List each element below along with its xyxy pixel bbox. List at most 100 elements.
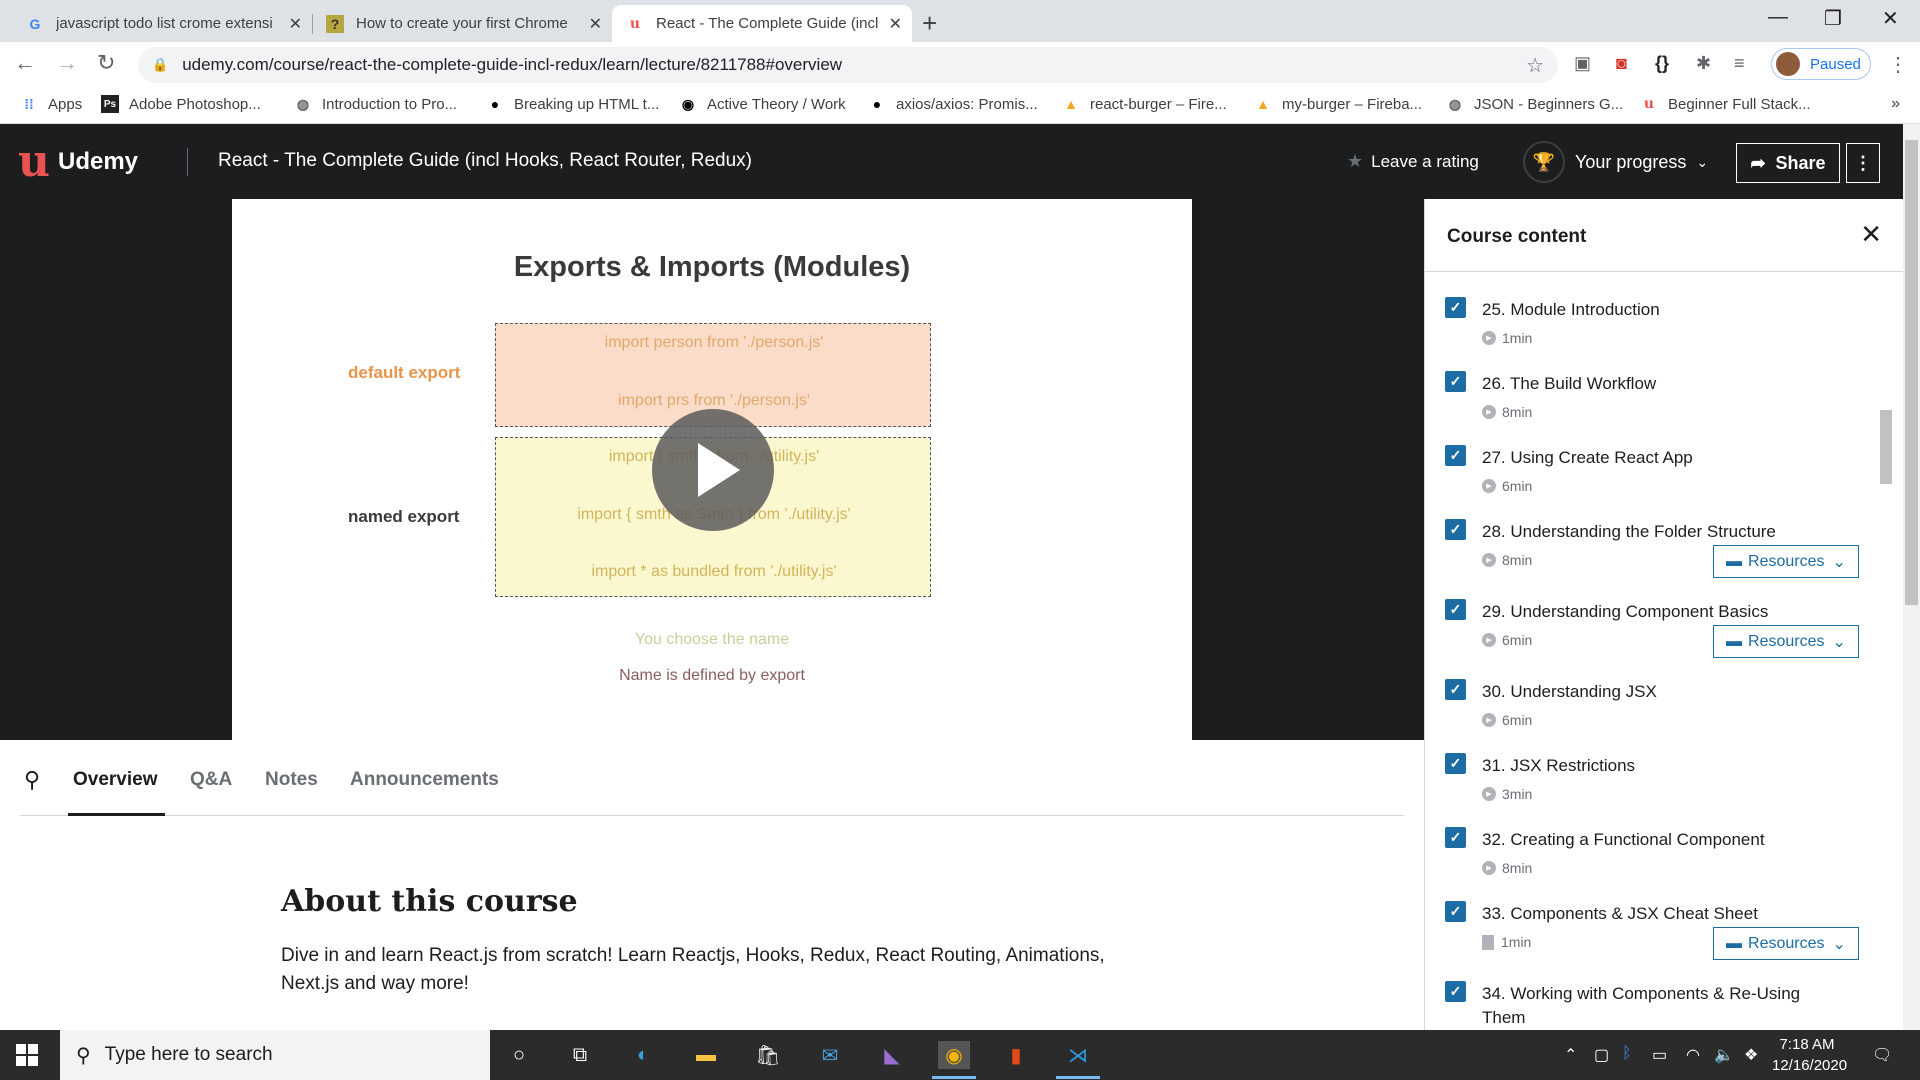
udemy-logo[interactable]: u Udemy <box>18 140 138 184</box>
more-bookmarks-icon[interactable]: » <box>1891 95 1900 113</box>
lecture-item[interactable]: ✓ 28. Understanding the Folder Structure ▶… <box>1425 507 1903 587</box>
edge-icon[interactable]: ◐ <box>627 1041 659 1069</box>
store-icon[interactable]: 🛍 <box>752 1041 784 1069</box>
bookmark-full-stack[interactable]: u Beginner Full Stack... <box>1640 95 1811 113</box>
tab-announcements[interactable]: Announcements <box>350 769 499 791</box>
bookmark-star-icon[interactable]: ☆ <box>1526 53 1544 78</box>
lecture-item[interactable]: ✓ 26. The Build Workflow ▶ 8min <box>1425 359 1903 433</box>
completed-checkbox[interactable]: ✓ <box>1445 297 1466 318</box>
bookmark-photoshop[interactable]: Ps Adobe Photoshop... <box>101 95 261 113</box>
duration-text: 6min <box>1502 632 1533 648</box>
lecture-item[interactable]: ✓ 27. Using Create React App ▶ 6min <box>1425 433 1903 507</box>
visual-studio-icon[interactable]: ◣ <box>876 1041 908 1069</box>
browser-tab-2[interactable]: ? How to create your first Chrome ✕ <box>312 5 612 42</box>
new-tab-icon[interactable]: + <box>922 8 937 39</box>
pocket-icon[interactable]: ◙ <box>1616 53 1627 74</box>
completed-checkbox[interactable]: ✓ <box>1445 753 1466 774</box>
cortana-icon[interactable]: ○ <box>503 1041 535 1069</box>
lecture-item[interactable]: ✓ 30. Understanding JSX ▶ 6min <box>1425 667 1903 741</box>
address-bar[interactable]: 🔒 udemy.com/course/react-the-complete-gu… <box>138 47 1558 83</box>
bookmark-my-burger[interactable]: ▲ my-burger – Fireba... <box>1254 95 1422 113</box>
lecture-item[interactable]: ✓ 29. Understanding Component Basics ▶ 6min… <box>1425 587 1903 667</box>
bookmark-json[interactable]: ◍ JSON - Beginners G... <box>1446 95 1623 113</box>
completed-checkbox[interactable]: ✓ <box>1445 901 1466 922</box>
resources-dropdown[interactable]: ▬ Resources ⌄ <box>1713 545 1859 578</box>
leave-rating-button[interactable]: ★ Leave a rating <box>1347 151 1479 172</box>
chrome-icon[interactable]: ◉ <box>938 1041 970 1069</box>
task-view-icon[interactable]: ⧉ <box>564 1041 596 1069</box>
bookmark-breaking-html[interactable]: ● Breaking up HTML t... <box>486 95 660 113</box>
video-icon: ▶ <box>1482 553 1496 567</box>
completed-checkbox[interactable]: ✓ <box>1445 679 1466 700</box>
json-viewer-icon[interactable]: {} <box>1655 53 1669 74</box>
completed-checkbox[interactable]: ✓ <box>1445 445 1466 466</box>
meet-now-icon[interactable]: ▢ <box>1594 1045 1609 1065</box>
more-options-icon[interactable]: ⋮ <box>1846 143 1880 183</box>
video-player[interactable]: Exports & Imports (Modules) default expo… <box>0 199 1424 740</box>
close-window-icon[interactable]: ✕ <box>1882 6 1899 31</box>
close-icon[interactable]: ✕ <box>1860 219 1882 250</box>
vscode-icon[interactable]: ⋊ <box>1062 1041 1094 1069</box>
lecture-item[interactable]: ✓ 34. Working with Components & Re-Using … <box>1425 969 1903 1030</box>
lecture-item[interactable]: ✓ 31. JSX Restrictions ▶ 3min <box>1425 741 1903 815</box>
your-progress-button[interactable]: 🏆 Your progress ⌄ <box>1523 141 1708 183</box>
completed-checkbox[interactable]: ✓ <box>1445 599 1466 620</box>
video-icon: ▶ <box>1482 787 1496 801</box>
taskbar-search[interactable]: ⚲ Type here to search <box>60 1030 490 1080</box>
resources-dropdown[interactable]: ▬ Resources ⌄ <box>1713 927 1859 960</box>
resources-dropdown[interactable]: ▬ Resources ⌄ <box>1713 625 1859 658</box>
chrome-menu-icon[interactable]: ⋮ <box>1888 52 1908 77</box>
mail-icon[interactable]: ✉ <box>814 1041 846 1069</box>
lecture-item[interactable]: ✓ 33. Components & JSX Cheat Sheet 1min ▬ Re… <box>1425 889 1903 969</box>
tab-qa[interactable]: Q&A <box>190 769 232 791</box>
dropbox-icon[interactable]: ❖ <box>1744 1045 1758 1065</box>
extensions-puzzle-icon[interactable]: ✱ <box>1696 53 1711 74</box>
battery-icon[interactable]: ▭ <box>1652 1045 1667 1065</box>
bookmark-react-burger[interactable]: ▲ react-burger – Fire... <box>1062 95 1227 113</box>
reload-icon[interactable]: ↻ <box>97 50 115 76</box>
resources-label: Resources <box>1748 934 1825 952</box>
bookmark-axios[interactable]: ● axios/axios: Promis... <box>868 95 1038 113</box>
taskbar-clock[interactable]: 7:18 AM 12/16/2020 <box>1772 1034 1847 1076</box>
extension-icon[interactable]: ▣ <box>1574 53 1591 74</box>
browser-tab-1[interactable]: G javascript todo list crome extensi ✕ <box>12 5 312 42</box>
office-icon[interactable]: ▮ <box>1000 1041 1032 1069</box>
completed-checkbox[interactable]: ✓ <box>1445 827 1466 848</box>
play-button-icon[interactable] <box>652 409 774 531</box>
completed-checkbox[interactable]: ✓ <box>1445 981 1466 1002</box>
sidebar-scrollbar-thumb[interactable] <box>1880 410 1892 484</box>
lecture-duration: ▶ 3min <box>1482 786 1532 802</box>
course-title[interactable]: React - The Complete Guide (incl Hooks, … <box>218 150 752 172</box>
tab-overview[interactable]: Overview <box>73 769 158 791</box>
bookmark-apps[interactable]: ⁞⁞ Apps <box>20 95 82 113</box>
bookmark-active-theory[interactable]: ◉ Active Theory / Work <box>679 95 846 113</box>
bookmark-intro[interactable]: ◍ Introduction to Pro... <box>294 95 457 113</box>
file-explorer-icon[interactable]: ▬ <box>690 1041 722 1069</box>
browser-tab-3-active[interactable]: u React - The Complete Guide (incl ✕ <box>612 5 912 42</box>
lecture-item[interactable]: ✓ 32. Creating a Functional Component ▶ 8mi… <box>1425 815 1903 889</box>
forward-icon[interactable]: → <box>56 50 78 76</box>
tab-notes[interactable]: Notes <box>265 769 318 791</box>
page-scrollbar-thumb[interactable] <box>1905 140 1918 605</box>
completed-checkbox[interactable]: ✓ <box>1445 519 1466 540</box>
completed-checkbox[interactable]: ✓ <box>1445 371 1466 392</box>
minimize-icon[interactable]: — <box>1768 6 1788 29</box>
lecture-item[interactable]: ✓ 25. Module Introduction ▶ 1min <box>1425 285 1903 359</box>
volume-icon[interactable]: 🔈 <box>1714 1045 1734 1065</box>
maximize-icon[interactable]: ❐ <box>1824 6 1842 31</box>
profile-paused-button[interactable]: Paused <box>1771 48 1871 80</box>
wifi-icon[interactable]: ◠ <box>1686 1045 1700 1065</box>
show-hidden-icons-icon[interactable]: ⌃ <box>1564 1045 1577 1065</box>
share-button[interactable]: ➦ Share <box>1736 143 1840 183</box>
windows-start-icon[interactable] <box>16 1044 38 1066</box>
search-icon[interactable]: ⚲ <box>24 767 40 793</box>
duration-text: 6min <box>1502 712 1533 728</box>
close-icon[interactable]: ✕ <box>289 14 302 34</box>
bluetooth-icon[interactable]: ᛒ <box>1622 1045 1632 1063</box>
notifications-icon[interactable]: 🗨 <box>1872 1045 1892 1065</box>
close-icon[interactable]: ✕ <box>589 14 602 34</box>
reading-list-icon[interactable]: ≡ <box>1734 53 1745 74</box>
back-icon[interactable]: ← <box>14 50 36 76</box>
close-icon[interactable]: ✕ <box>889 14 902 34</box>
udemy-icon: u <box>629 15 641 32</box>
